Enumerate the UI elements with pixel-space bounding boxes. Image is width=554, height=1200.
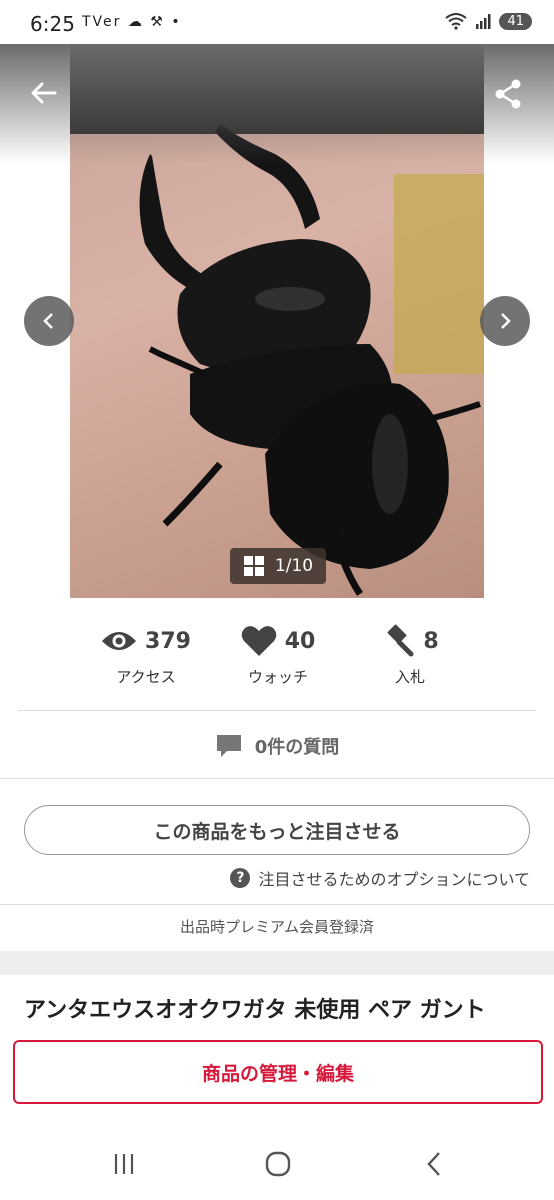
promote-options-link[interactable]: ? 注目させるためのオプションについて xyxy=(230,866,530,890)
manage-edit-button[interactable]: 商品の管理・編集 xyxy=(13,1040,543,1104)
home-icon xyxy=(265,1151,291,1177)
home-button[interactable] xyxy=(258,1148,298,1180)
divider xyxy=(18,710,536,711)
status-bar: 6:25 TVer ☁ ⚒ • 41 xyxy=(0,0,554,44)
status-right: 41 xyxy=(445,12,532,30)
wifi-icon xyxy=(445,13,468,30)
divider xyxy=(0,778,554,779)
share-icon xyxy=(495,79,521,109)
signal-icon xyxy=(476,14,491,29)
item-title: アンタエウスオオクワガタ 未使用 ペア ガント xyxy=(24,998,486,1023)
help-icon: ? xyxy=(230,868,251,888)
stat-bids: 8 入札 xyxy=(340,618,480,687)
status-time: 6:25 xyxy=(30,12,75,36)
premium-member-note: 出品時プレミアム会員登録済 xyxy=(180,918,374,936)
image-gallery[interactable]: 1/10 xyxy=(0,44,554,598)
manage-edit-button-label: 商品の管理・編集 xyxy=(201,1062,354,1085)
eye-icon xyxy=(102,632,137,650)
stat-watch[interactable]: 40 ウォッチ xyxy=(208,618,348,687)
promote-button-label: この商品をもっと注目させる xyxy=(153,820,401,843)
image-counter[interactable]: 1/10 xyxy=(230,548,326,584)
chevron-left-icon xyxy=(427,1152,440,1176)
chevron-left-icon xyxy=(43,313,53,329)
previous-image-button[interactable] xyxy=(24,296,74,346)
questions-link[interactable]: 0件の質問 xyxy=(0,726,554,766)
next-image-button[interactable] xyxy=(480,296,530,346)
image-counter-text: 1/10 xyxy=(274,556,314,576)
back-button[interactable] xyxy=(26,78,62,114)
watch-count: 40 xyxy=(284,628,316,654)
gavel-icon xyxy=(387,624,414,657)
battery-badge: 41 xyxy=(499,12,532,30)
section-separator xyxy=(0,951,554,975)
recent-apps-icon xyxy=(114,1154,134,1174)
system-navigation-bar xyxy=(0,1136,554,1192)
chevron-right-icon xyxy=(501,313,511,329)
access-count: 379 xyxy=(145,628,191,654)
notification-icons: TVer ☁ ⚒ • xyxy=(82,14,182,30)
bid-count: 8 xyxy=(423,628,439,654)
questions-count: 0件の質問 xyxy=(254,737,340,758)
promote-button[interactable]: この商品をもっと注目させる xyxy=(24,805,530,855)
access-label: アクセス xyxy=(116,668,176,686)
item-stats: 379 アクセス 40 ウォッチ 8 入札 xyxy=(0,618,554,698)
arrow-left-icon xyxy=(31,82,57,104)
grid-icon xyxy=(243,556,264,576)
top-gradient xyxy=(0,44,554,164)
system-back-button[interactable] xyxy=(414,1148,454,1180)
speech-bubble-icon xyxy=(216,735,241,757)
stat-access: 379 アクセス xyxy=(76,618,216,687)
share-button[interactable] xyxy=(492,78,528,114)
watch-label: ウォッチ xyxy=(247,668,308,686)
promote-options-text: 注目させるためのオプションについて xyxy=(258,870,530,889)
bid-label: 入札 xyxy=(394,668,425,686)
recent-apps-button[interactable] xyxy=(104,1148,144,1180)
heart-icon xyxy=(241,626,276,656)
divider xyxy=(0,904,554,905)
